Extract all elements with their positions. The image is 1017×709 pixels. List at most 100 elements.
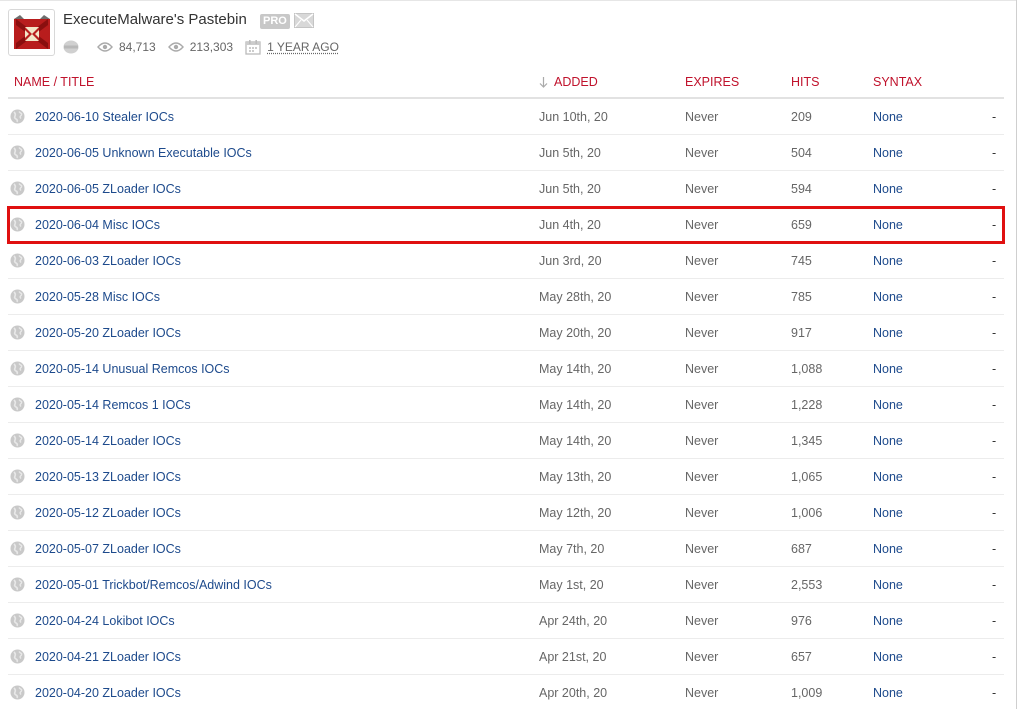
- paste-syntax-link[interactable]: None: [873, 470, 903, 484]
- top-divider: [0, 0, 1017, 1]
- row-actions: -: [992, 218, 997, 232]
- paste-title-link[interactable]: 2020-05-12 ZLoader IOCs: [35, 506, 181, 520]
- paste-syntax-link[interactable]: None: [873, 326, 903, 340]
- paste-title-link[interactable]: 2020-06-10 Stealer IOCs: [35, 110, 174, 124]
- profile-header: ExecuteMalware's Pastebin PRO 84,713 213…: [8, 9, 608, 57]
- table-row[interactable]: 2020-06-10 Stealer IOCs Jun 10th, 20 Never…: [8, 99, 1004, 135]
- public-globe-icon: [10, 577, 25, 592]
- paste-syntax-link[interactable]: None: [873, 110, 903, 124]
- pro-badge: PRO: [260, 14, 290, 29]
- table-row[interactable]: 2020-06-04 Misc IOCs Jun 4th, 20 Never 659 N…: [7, 206, 1005, 244]
- column-header-added-label: ADDED: [554, 75, 598, 89]
- paste-added-date: Apr 20th, 20: [539, 686, 608, 700]
- row-actions: -: [992, 146, 997, 160]
- column-header-added[interactable]: ADDED: [539, 75, 598, 89]
- paste-syntax-link[interactable]: None: [873, 362, 903, 376]
- member-since-stat: 1 YEAR AGO: [245, 39, 339, 55]
- table-row[interactable]: 2020-04-21 ZLoader IOCs Apr 21st, 20 Never…: [8, 639, 1004, 675]
- row-actions: -: [992, 326, 997, 340]
- paste-syntax-link[interactable]: None: [873, 686, 903, 700]
- paste-hits: 976: [791, 614, 812, 628]
- paste-syntax-link[interactable]: None: [873, 182, 903, 196]
- paste-title-link[interactable]: 2020-05-13 ZLoader IOCs: [35, 470, 181, 484]
- row-actions: -: [992, 290, 997, 304]
- www-globe-icon: [63, 40, 79, 54]
- paste-added-date: May 14th, 20: [539, 362, 612, 376]
- paste-title-link[interactable]: 2020-06-05 Unknown Executable IOCs: [35, 146, 252, 160]
- envelope-icon[interactable]: [294, 13, 314, 28]
- public-globe-icon: [10, 109, 25, 124]
- paste-expires: Never: [685, 362, 719, 376]
- table-row[interactable]: 2020-06-03 ZLoader IOCs Jun 3rd, 20 Never 7…: [8, 243, 1004, 279]
- paste-hits: 745: [791, 254, 812, 268]
- website-stat: [63, 40, 85, 54]
- column-header-syntax[interactable]: SYNTAX: [873, 75, 922, 89]
- paste-hits: 2,553: [791, 578, 823, 592]
- paste-hits: 917: [791, 326, 812, 340]
- paste-hits: 657: [791, 650, 812, 664]
- row-actions: -: [992, 578, 997, 592]
- paste-title-link[interactable]: 2020-05-14 Remcos 1 IOCs: [35, 398, 191, 412]
- paste-hits: 594: [791, 182, 812, 196]
- table-row[interactable]: 2020-05-28 Misc IOCs May 28th, 20 Never 785…: [8, 279, 1004, 315]
- table-row[interactable]: 2020-05-07 ZLoader IOCs May 7th, 20 Never 6…: [8, 531, 1004, 567]
- paste-title-link[interactable]: 2020-06-05 ZLoader IOCs: [35, 182, 181, 196]
- table-body: 2020-06-10 Stealer IOCs Jun 10th, 20 Never…: [7, 99, 1005, 709]
- paste-syntax-link[interactable]: None: [873, 254, 903, 268]
- paste-syntax-link[interactable]: None: [873, 542, 903, 556]
- paste-title-link[interactable]: 2020-05-28 Misc IOCs: [35, 290, 160, 304]
- public-globe-icon: [10, 541, 25, 556]
- paste-expires: Never: [685, 542, 719, 556]
- paste-title-link[interactable]: 2020-05-14 Unusual Remcos IOCs: [35, 362, 230, 376]
- row-actions: -: [992, 650, 997, 664]
- table-row[interactable]: 2020-05-12 ZLoader IOCs May 12th, 20 Never…: [8, 495, 1004, 531]
- paste-syntax-link[interactable]: None: [873, 614, 903, 628]
- avatar[interactable]: [8, 9, 55, 56]
- public-globe-icon: [10, 217, 25, 232]
- paste-syntax-link[interactable]: None: [873, 650, 903, 664]
- table-row[interactable]: 2020-04-20 ZLoader IOCs Apr 20th, 20 Never…: [8, 675, 1004, 709]
- row-actions: -: [992, 182, 997, 196]
- paste-added-date: Jun 10th, 20: [539, 110, 608, 124]
- public-globe-icon: [10, 685, 25, 700]
- column-header-name[interactable]: NAME / TITLE: [14, 75, 94, 89]
- paste-syntax-link[interactable]: None: [873, 506, 903, 520]
- paste-title-link[interactable]: 2020-04-21 ZLoader IOCs: [35, 650, 181, 664]
- paste-title-link[interactable]: 2020-06-04 Misc IOCs: [35, 218, 160, 232]
- paste-title-link[interactable]: 2020-05-20 ZLoader IOCs: [35, 326, 181, 340]
- paste-syntax-link[interactable]: None: [873, 290, 903, 304]
- views-total-count: 213,303: [189, 40, 234, 54]
- paste-added-date: May 14th, 20: [539, 434, 612, 448]
- paste-title-link[interactable]: 2020-04-20 ZLoader IOCs: [35, 686, 181, 700]
- paste-syntax-link[interactable]: None: [873, 578, 903, 592]
- paste-title-link[interactable]: 2020-06-03 ZLoader IOCs: [35, 254, 181, 268]
- public-globe-icon: [10, 433, 25, 448]
- column-header-hits[interactable]: HITS: [791, 75, 819, 89]
- paste-title-link[interactable]: 2020-05-14 ZLoader IOCs: [35, 434, 181, 448]
- paste-syntax-link[interactable]: None: [873, 218, 903, 232]
- table-row[interactable]: 2020-05-20 ZLoader IOCs May 20th, 20 Never…: [8, 315, 1004, 351]
- table-row[interactable]: 2020-05-14 ZLoader IOCs May 14th, 20 Never…: [8, 423, 1004, 459]
- table-row[interactable]: 2020-05-13 ZLoader IOCs May 13th, 20 Never…: [8, 459, 1004, 495]
- paste-hits: 785: [791, 290, 812, 304]
- paste-syntax-link[interactable]: None: [873, 398, 903, 412]
- paste-title-link[interactable]: 2020-05-01 Trickbot/Remcos/Adwind IOCs: [35, 578, 272, 592]
- table-row[interactable]: 2020-05-01 Trickbot/Remcos/Adwind IOCs Ma…: [8, 567, 1004, 603]
- table-row[interactable]: 2020-04-24 Lokibot IOCs Apr 24th, 20 Never…: [8, 603, 1004, 639]
- table-row[interactable]: 2020-05-14 Remcos 1 IOCs May 14th, 20 Neve…: [8, 387, 1004, 423]
- calendar-icon: [245, 40, 261, 55]
- paste-hits: 1,065: [791, 470, 823, 484]
- public-globe-icon: [10, 145, 25, 160]
- paste-expires: Never: [685, 326, 719, 340]
- paste-title-link[interactable]: 2020-05-07 ZLoader IOCs: [35, 542, 181, 556]
- table-row[interactable]: 2020-05-14 Unusual Remcos IOCs May 14th, …: [8, 351, 1004, 387]
- column-header-expires[interactable]: EXPIRES: [685, 75, 739, 89]
- paste-title-link[interactable]: 2020-04-24 Lokibot IOCs: [35, 614, 175, 628]
- profile-stats: 84,713 213,303 1 YEAR AGO: [63, 39, 351, 55]
- views-today-count: 84,713: [119, 40, 156, 54]
- paste-syntax-link[interactable]: None: [873, 146, 903, 160]
- paste-syntax-link[interactable]: None: [873, 434, 903, 448]
- table-row[interactable]: 2020-06-05 Unknown Executable IOCs Jun 5t…: [8, 135, 1004, 171]
- paste-added-date: May 1st, 20: [539, 578, 604, 592]
- table-row[interactable]: 2020-06-05 ZLoader IOCs Jun 5th, 20 Never 5…: [8, 171, 1004, 207]
